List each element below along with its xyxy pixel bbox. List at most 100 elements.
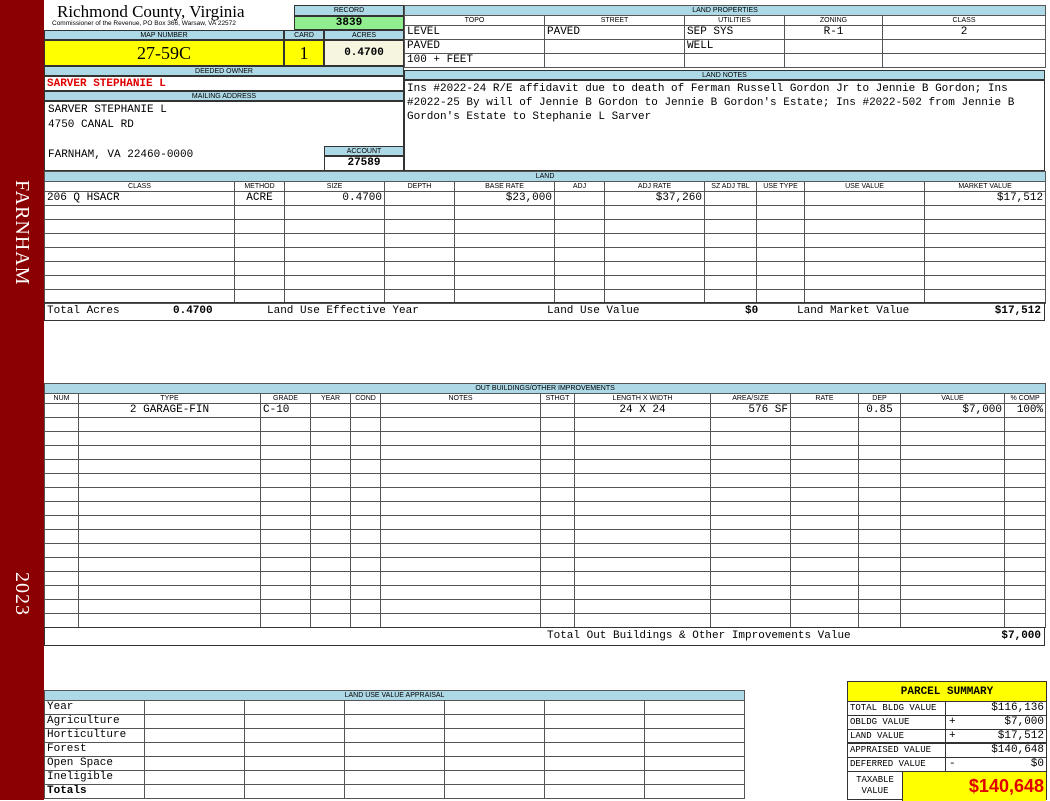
summary-value: $17,512	[997, 730, 1044, 742]
empty-cell	[1003, 417, 1047, 432]
empty-cell	[260, 515, 311, 530]
sidebar: FARNHAM 2023	[0, 0, 44, 800]
empty-cell	[544, 770, 645, 785]
empty-cell	[540, 473, 575, 488]
district-label: FARNHAM	[11, 180, 33, 286]
empty-row	[44, 501, 1047, 516]
record-label: RECORD	[294, 5, 404, 16]
acres-value: 0.4700	[324, 40, 404, 66]
column-header: AREA/SIZE	[710, 393, 791, 404]
empty-cell	[44, 219, 235, 234]
table-row: LEVEL PAVED SEP SYS R-1 2	[404, 25, 1047, 40]
empty-cell	[1003, 431, 1047, 446]
parcel-summary-title: PARCEL SUMMARY	[848, 682, 1046, 702]
empty-cell	[574, 571, 711, 586]
empty-cell	[1003, 445, 1047, 460]
empty-cell	[144, 742, 245, 757]
empty-cell	[1003, 571, 1047, 586]
land-use-row-label: Ineligible	[44, 770, 145, 785]
column-header: RATE	[790, 393, 859, 404]
empty-cell	[643, 728, 746, 743]
empty-cell	[544, 700, 645, 715]
land-use-row-label: Agriculture	[44, 714, 145, 729]
empty-row	[44, 219, 1047, 234]
empty-cell	[604, 261, 705, 276]
empty-cell	[858, 543, 901, 558]
card-label: CARD	[284, 30, 324, 40]
empty-cell	[790, 543, 859, 558]
empty-cell	[900, 599, 1005, 614]
land-notes-text: Ins #2022-24 R/E affidavit due to death …	[404, 80, 1045, 171]
table-cell	[540, 403, 575, 418]
summary-value: $116,136	[991, 702, 1044, 714]
table-cell: R-1	[784, 25, 883, 40]
empty-cell	[804, 219, 925, 234]
empty-cell	[1003, 515, 1047, 530]
empty-cell	[350, 501, 381, 516]
empty-cell	[78, 501, 261, 516]
column-header: LENGTH X WIDTH	[574, 393, 711, 404]
outbuildings-total-row: Total Out Buildings & Other Improvements…	[44, 627, 1045, 646]
empty-cell	[44, 473, 79, 488]
empty-cell	[756, 205, 805, 220]
column-header: YEAR	[310, 393, 351, 404]
empty-cell	[554, 275, 605, 290]
land-use-value: $0	[745, 305, 759, 317]
land-use-row-label: Open Space	[44, 756, 145, 771]
empty-cell	[704, 219, 757, 234]
empty-cell	[790, 459, 859, 474]
empty-cell	[900, 473, 1005, 488]
empty-cell	[380, 445, 541, 460]
empty-cell	[310, 585, 351, 600]
empty-cell	[234, 275, 285, 290]
summary-label: LAND VALUE	[848, 730, 946, 742]
address-line-3: FARNHAM, VA 22460-0000	[48, 149, 194, 161]
land-use-row-label: Totals	[44, 784, 145, 799]
empty-cell	[380, 571, 541, 586]
empty-cell	[350, 571, 381, 586]
table-cell	[380, 403, 541, 418]
empty-cell	[1003, 557, 1047, 572]
empty-cell	[350, 515, 381, 530]
empty-cell	[44, 233, 235, 248]
empty-cell	[574, 613, 711, 628]
empty-row	[44, 557, 1047, 572]
empty-cell	[858, 571, 901, 586]
column-header: ADJ	[554, 181, 605, 192]
empty-cell	[380, 585, 541, 600]
empty-cell	[574, 515, 711, 530]
empty-cell	[44, 445, 79, 460]
summary-row: LAND VALUE + $17,512	[848, 730, 1046, 744]
empty-cell	[350, 473, 381, 488]
empty-cell	[540, 529, 575, 544]
column-header: BASE RATE	[454, 181, 555, 192]
empty-cell	[858, 445, 901, 460]
empty-cell	[804, 275, 925, 290]
empty-cell	[234, 247, 285, 262]
empty-row	[44, 487, 1047, 502]
empty-cell	[900, 487, 1005, 502]
acres-label: ACRES	[324, 30, 404, 40]
empty-row	[44, 445, 1047, 460]
empty-cell	[144, 728, 245, 743]
empty-cell	[540, 543, 575, 558]
empty-cell	[858, 473, 901, 488]
empty-cell	[790, 501, 859, 516]
empty-cell	[444, 770, 545, 785]
empty-cell	[234, 219, 285, 234]
empty-cell	[643, 770, 746, 785]
column-header: ADJ RATE	[604, 181, 705, 192]
column-header: UTILITIES	[684, 15, 785, 26]
empty-cell	[310, 417, 351, 432]
empty-cell	[858, 417, 901, 432]
empty-cell	[804, 261, 925, 276]
empty-cell	[384, 247, 455, 262]
empty-cell	[574, 431, 711, 446]
empty-cell	[923, 247, 1047, 262]
empty-cell	[444, 742, 545, 757]
page-title: Richmond County, Virginia	[57, 2, 245, 21]
summary-label: OBLDG VALUE	[848, 716, 946, 729]
empty-cell	[384, 205, 455, 220]
column-header: COND	[350, 393, 381, 404]
empty-cell	[710, 473, 791, 488]
